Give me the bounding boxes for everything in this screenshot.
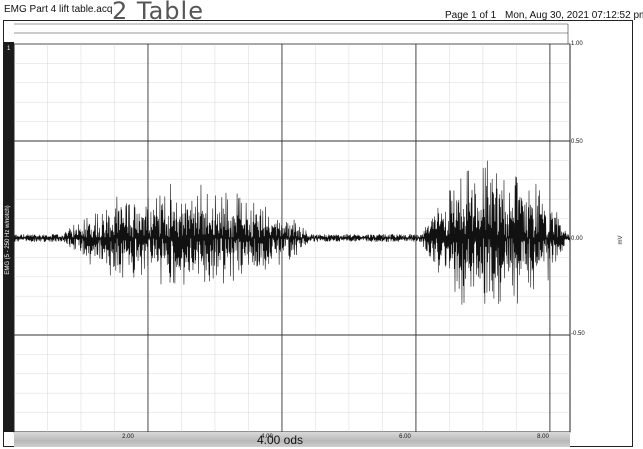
x-tick-label: 2.00 xyxy=(122,434,134,440)
y-tick-label: 0.00 xyxy=(571,236,583,242)
y-unit-label: mV xyxy=(618,235,624,245)
x-tick-label: 8.00 xyxy=(537,434,549,440)
x-axis-label: 4.00 ods xyxy=(256,433,304,447)
emg-trace xyxy=(13,160,571,305)
y-tick-label: -0.50 xyxy=(571,331,585,337)
emg-plot xyxy=(13,23,571,433)
x-tick-label: 6.00 xyxy=(399,434,411,440)
y-tick-label: 1.00 xyxy=(571,41,583,47)
y-tick-label: 0.50 xyxy=(571,139,583,145)
